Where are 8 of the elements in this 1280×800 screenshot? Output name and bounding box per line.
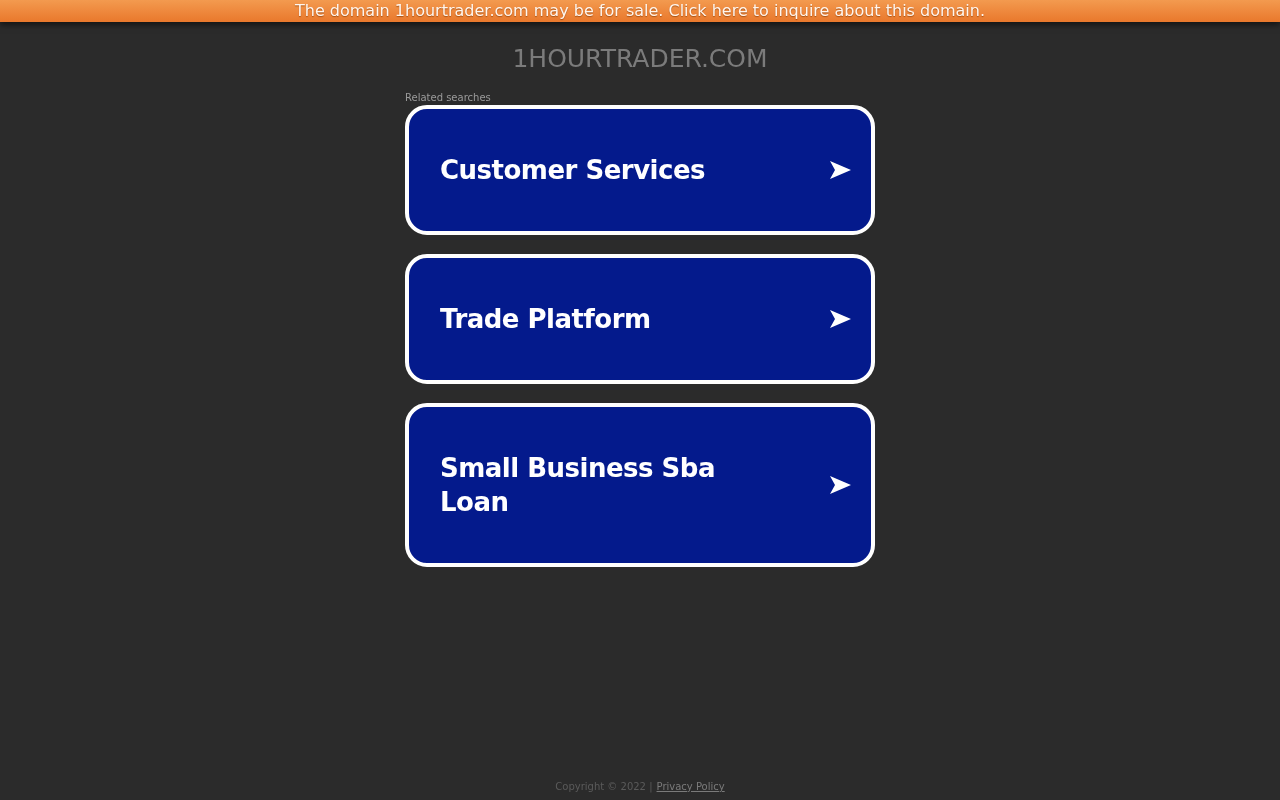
arrow-icon <box>830 310 851 328</box>
site-title: 1HOURTRADER.COM <box>512 44 768 74</box>
search-link-card[interactable]: Small Business Sba Loan <box>405 403 875 567</box>
search-link-card[interactable]: Customer Services <box>405 105 875 235</box>
arrow-icon <box>830 476 851 494</box>
arrow-icon <box>830 161 851 179</box>
search-link-card[interactable]: Trade Platform <box>405 254 875 384</box>
section-heading: Related searches <box>405 92 491 104</box>
